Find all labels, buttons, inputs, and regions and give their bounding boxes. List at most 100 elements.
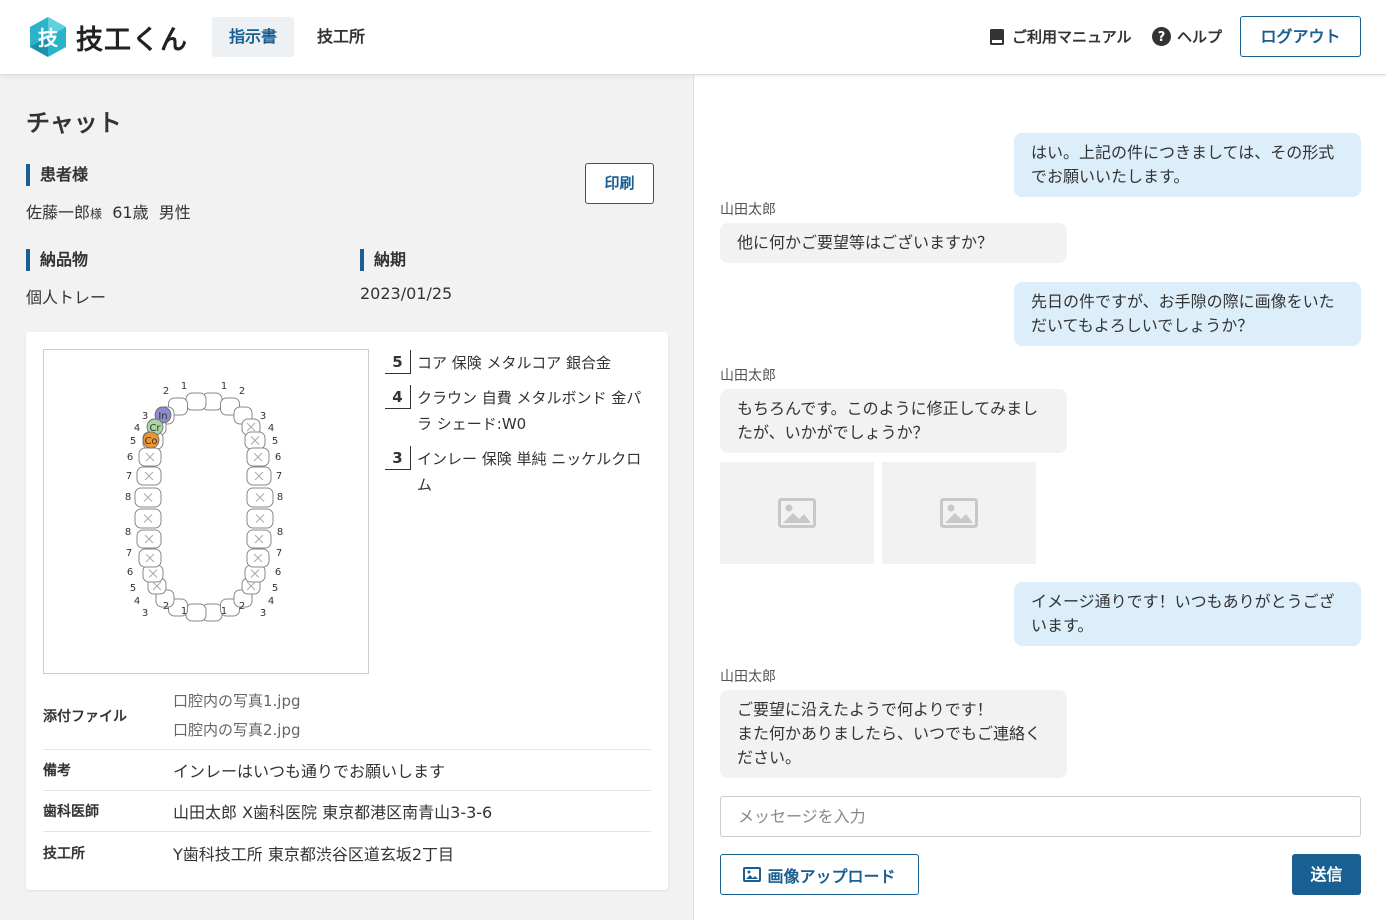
attachments-row: 添付ファイル 口腔内の写真1.jpg 口腔内の写真2.jpg	[43, 682, 651, 750]
tooth-number: 6	[127, 567, 133, 578]
message-sender: 山田太郎	[720, 202, 776, 218]
treatment-text: コア 保険 メタルコア 銀合金	[417, 354, 612, 372]
patient-label: 患者様	[26, 164, 88, 186]
tooth-number: 1	[181, 381, 187, 392]
tooth-number: 4	[134, 423, 140, 434]
dentist-label: 歯科医師	[43, 804, 99, 820]
lab-label: 技工所	[43, 845, 85, 862]
tooth-number: 6	[127, 452, 133, 463]
app-header: 技 技工くん 指示書 技工所 ご利用マニュアル ? ヘルプ ログアウト	[0, 0, 1386, 75]
chat-message-sent: イメージ通りです！いつもありがとうございます。	[1014, 582, 1361, 646]
tooth-number: 4	[134, 596, 140, 607]
image-attachment[interactable]	[882, 462, 1036, 564]
treatment-item: 5 コア 保険 メタルコア 銀合金	[385, 350, 653, 376]
patient-name: 佐藤一郎	[26, 203, 91, 222]
tooth-number: 1	[221, 606, 227, 617]
attachments-list: 口腔内の写真1.jpg 口腔内の写真2.jpg	[173, 687, 651, 745]
tooth	[185, 603, 207, 622]
tooth-number: 8	[277, 492, 283, 503]
info-table: 添付ファイル 口腔内の写真1.jpg 口腔内の写真2.jpg 備考 インレーはい…	[43, 682, 651, 873]
remarks-row: 備考 インレーはいつも通りでお願いします	[43, 750, 651, 791]
treatment-number: 4	[385, 385, 411, 409]
tooth-number: 4	[268, 423, 274, 434]
tooth-number: 7	[126, 471, 132, 482]
tooth-number: 6	[275, 567, 281, 578]
tooth-number: 3	[260, 608, 266, 619]
tooth-chart-svg: 123456781 2345678123456781 2345678InCrCo	[125, 381, 283, 622]
help-label: ヘルプ	[1177, 28, 1223, 46]
manual-label: ご利用マニュアル	[1012, 28, 1132, 46]
tooth-number: 3	[260, 411, 266, 422]
order-detail-panel: チャット 患者様 佐藤一郎様 61歳 男性 印刷 納品物 個人トレー 納期 20…	[0, 75, 694, 920]
order-card: 1 2 3 4 5 6 7 8 1 2 3 4 5 6 7 8 1 2 3 4 5 6 7 8 1 2 3 4 5 6 7 8 In Cr Co 5…	[26, 332, 668, 890]
help-icon: ?	[1152, 27, 1171, 46]
image-upload-button[interactable]: 画像アップロード	[720, 854, 919, 895]
patient-honorific: 様	[90, 207, 103, 221]
svg-text:?: ?	[1158, 30, 1166, 45]
tooth	[185, 392, 207, 411]
remarks-value: インレーはいつも通りでお願いします	[173, 762, 446, 781]
tooth-number: 7	[276, 471, 282, 482]
patient-gender: 男性	[158, 203, 191, 222]
chat-message-received: もちろんです。このように修正してみましたが、いかがでしょうか？	[720, 389, 1067, 453]
tooth-number: 2	[239, 386, 245, 397]
page-title: チャット	[26, 109, 122, 137]
print-button[interactable]: 印刷	[585, 163, 654, 204]
image-icon	[743, 867, 762, 882]
book-icon	[990, 28, 1004, 45]
logout-button[interactable]: ログアウト	[1240, 16, 1361, 57]
message-sender: 山田太郎	[720, 669, 776, 685]
lab-row: 技工所 Y歯科技工所 東京都渋谷区道玄坂2丁目	[43, 832, 651, 873]
logo-text: 技工くん	[76, 24, 188, 56]
tooth-number: 8	[277, 527, 283, 538]
tooth-number: 2	[239, 601, 245, 612]
send-button[interactable]: 送信	[1292, 854, 1361, 895]
tooth-marker-label: Co	[144, 436, 157, 447]
tooth-number: 3	[142, 411, 148, 422]
treatment-number: 5	[385, 350, 411, 374]
attachments-label: 添付ファイル	[43, 708, 127, 725]
tooth-number: 1	[181, 606, 187, 617]
treatment-text: クラウン 自費 メタルボンド 金パラ シェード:W0	[417, 389, 642, 433]
tooth-number: 5	[272, 583, 278, 594]
tooth-number: 2	[163, 386, 169, 397]
treatment-number: 3	[385, 446, 411, 470]
patient-age: 61歳	[112, 203, 149, 222]
attachment-link[interactable]: 口腔内の写真1.jpg	[173, 687, 651, 716]
svg-text:技: 技	[38, 26, 59, 50]
tab-instructions[interactable]: 指示書	[212, 17, 295, 57]
treatment-text: インレー 保険 単純 ニッケルクロム	[417, 450, 642, 494]
image-icon	[778, 498, 816, 528]
remarks-label: 備考	[43, 763, 71, 779]
chat-message-received: 他に何かご要望等はございますか？	[720, 223, 1067, 263]
patient-info: 佐藤一郎様 61歳 男性	[26, 199, 191, 223]
message-sender: 山田太郎	[720, 368, 776, 384]
attachment-link[interactable]: 口腔内の写真2.jpg	[173, 716, 651, 745]
manual-link[interactable]: ご利用マニュアル	[988, 26, 1132, 47]
help-link[interactable]: ? ヘルプ	[1152, 26, 1222, 47]
tooth-number: 6	[275, 452, 281, 463]
tooth-number: 2	[163, 601, 169, 612]
deadline-label: 納期	[360, 249, 406, 271]
chat-panel: はい。上記の件につきましては、その形式でお願いいたします。 山田太郎 他に何かご…	[694, 75, 1386, 920]
delivery-label: 納品物	[26, 249, 88, 271]
chat-message-received: ご要望に沿えたようで何よりです！ また何かありましたら、いつでもご連絡ください。	[720, 690, 1067, 778]
tooth-number: 7	[276, 548, 282, 559]
tooth-number: 4	[268, 596, 274, 607]
image-attachment[interactable]	[720, 462, 874, 564]
treatment-item: 3 インレー 保険 単純 ニッケルクロム	[385, 446, 653, 498]
logo[interactable]: 技 技工くん	[26, 15, 188, 59]
tooth-number: 7	[126, 548, 132, 559]
tooth-number: 5	[130, 583, 136, 594]
tooth-number: 5	[272, 436, 278, 447]
upload-label: 画像アップロード	[767, 866, 896, 886]
message-input[interactable]	[720, 796, 1361, 837]
tab-lab[interactable]: 技工所	[300, 17, 382, 57]
logo-icon: 技	[30, 17, 66, 57]
deadline-value: 2023/01/25	[360, 284, 453, 303]
tooth-number: 1	[221, 381, 227, 392]
tooth-number: 8	[125, 527, 131, 538]
treatment-item: 4 クラウン 自費 メタルボンド 金パラ シェード:W0	[385, 385, 653, 437]
delivery-value: 個人トレー	[26, 288, 107, 307]
lab-value: Y歯科技工所 東京都渋谷区道玄坂2丁目	[173, 844, 455, 864]
